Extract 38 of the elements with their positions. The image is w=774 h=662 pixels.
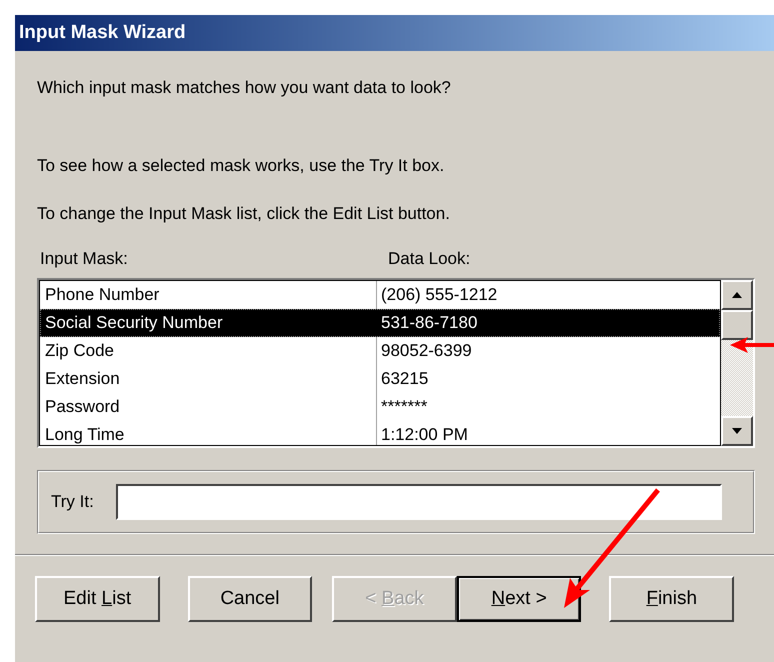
mask-name: Extension: [44, 368, 121, 390]
question-text: Which input mask matches how you want data to look?: [37, 77, 452, 99]
data-look: (206) 555-1212: [381, 284, 498, 306]
down-arrow-icon: [731, 427, 743, 435]
list-row[interactable]: Extension 63215: [40, 365, 720, 393]
input-mask-list[interactable]: Phone Number (206) 555-1212 Social Security Number 531-86-7180 Zip Code 98052-6399 Extension 63215 Password ******* Long Time 1:12:00 PM: [37, 278, 755, 448]
list-row[interactable]: Zip Code 98052-6399: [40, 337, 720, 365]
data-look: *******: [381, 396, 428, 418]
mask-name: Phone Number: [44, 284, 160, 306]
list-row[interactable]: Password *******: [40, 393, 720, 421]
mask-name: Long Time: [44, 424, 126, 445]
scroll-up-button[interactable]: [721, 280, 753, 310]
wizard-button[interactable]: Cancel: [188, 576, 312, 622]
instruction-text: To change the Input Mask list, click the Edit List button.: [37, 202, 451, 224]
mask-name: Social Security Number: [44, 312, 224, 334]
scroll-thumb[interactable]: [721, 310, 753, 340]
data-look: 1:12:00 PM: [381, 424, 468, 445]
wizard-button[interactable]: Finish: [609, 576, 734, 622]
try-it-label: Try It:: [51, 491, 94, 514]
mask-name: Password: [44, 396, 121, 418]
column-header: Data Look:: [388, 248, 470, 270]
scroll-down-button[interactable]: [721, 416, 753, 446]
data-look: 63215: [381, 368, 428, 390]
up-arrow-icon: [731, 291, 743, 299]
list-row[interactable]: Social Security Number 531-86-7180: [40, 309, 720, 337]
wizard-button[interactable]: Edit List: [35, 576, 160, 622]
data-look: 531-86-7180: [381, 312, 478, 334]
wizard-button[interactable]: Next >: [456, 576, 582, 622]
data-look: 98052-6399: [381, 340, 472, 362]
list-row[interactable]: Phone Number (206) 555-1212: [40, 281, 720, 309]
mask-name: Zip Code: [44, 340, 115, 362]
window-title: Input Mask Wizard: [19, 20, 186, 45]
column-header: Input Mask:: [39, 248, 129, 270]
arrow-annotation: [728, 335, 774, 355]
list-row[interactable]: Long Time 1:12:00 PM: [40, 421, 720, 445]
instruction-text: To see how a selected mask works, use the Try It box.: [37, 155, 446, 177]
scrollbar[interactable]: [721, 280, 753, 446]
try-it-field[interactable]: [116, 484, 722, 520]
